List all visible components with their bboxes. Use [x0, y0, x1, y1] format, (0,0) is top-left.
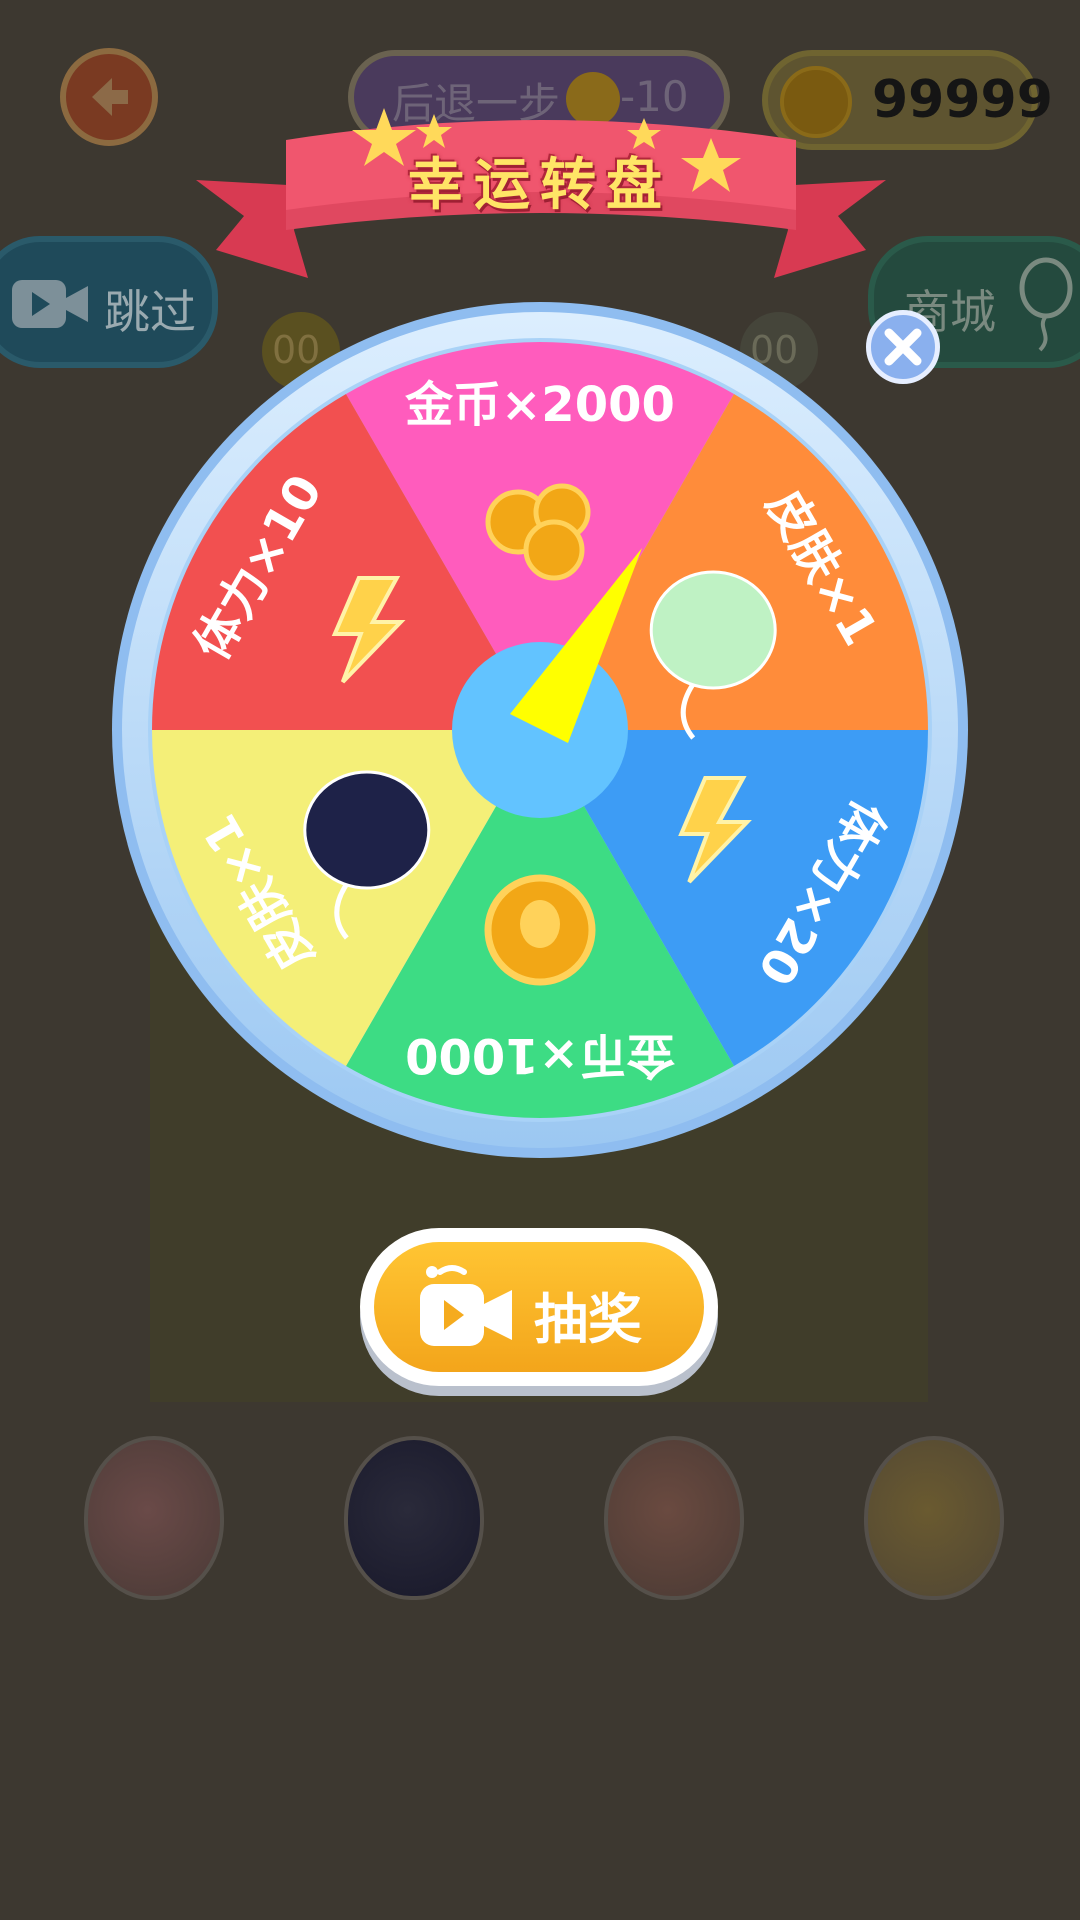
- draw-button-label: 抽奖: [534, 1288, 642, 1351]
- draw-button[interactable]: 抽奖: [360, 1228, 718, 1386]
- video-camera-icon: [420, 1265, 512, 1346]
- popup-title: 幸运转盘: [408, 153, 672, 218]
- close-icon: [884, 328, 922, 366]
- wheel-segment-label: 金币×1000: [405, 1027, 676, 1083]
- wheel-hub: [452, 642, 628, 818]
- wheel-segment-label: 金币×2000: [404, 377, 675, 433]
- coin-icon: [484, 874, 596, 986]
- close-button[interactable]: [866, 310, 940, 384]
